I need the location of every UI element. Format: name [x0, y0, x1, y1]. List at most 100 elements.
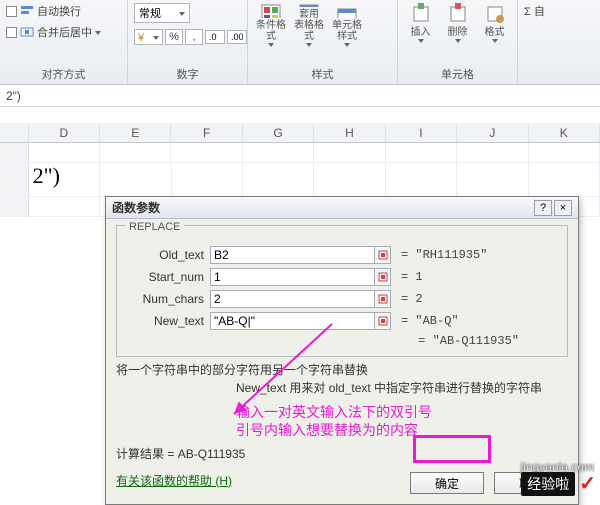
result-value: AB-Q111935 [178, 447, 246, 461]
table-format-label: 套用 表格格式 [292, 9, 326, 42]
param-row-new-text: New_text = "AB-Q" [125, 312, 559, 330]
dialog-title: 函数参数 [112, 199, 532, 216]
cond-format-icon [260, 3, 282, 18]
checkbox-icon [6, 27, 17, 38]
col-header[interactable]: G [243, 123, 314, 142]
function-name: REPLACE [125, 221, 184, 233]
ok-button[interactable]: 确定 [410, 472, 484, 494]
group-title-number: 数字 [134, 64, 241, 82]
formula-text: 2") [6, 89, 21, 103]
num-chars-input[interactable] [210, 290, 375, 308]
param-label: Old_text [125, 248, 210, 262]
cell-style-btn[interactable]: 单元格样式 [330, 3, 364, 47]
comma-btn[interactable]: , [185, 29, 203, 45]
calc-result: 计算结果 = AB-Q111935 [116, 445, 568, 462]
delete-label: 删除 [448, 27, 468, 38]
help-button[interactable]: ? [534, 200, 552, 216]
col-header[interactable]: K [529, 123, 600, 142]
delete-icon [447, 3, 469, 25]
range-picker-button[interactable] [375, 290, 391, 308]
param-label: Num_chars [125, 292, 210, 306]
param-eval: = 2 [391, 292, 423, 306]
col-header[interactable]: H [314, 123, 385, 142]
range-picker-button[interactable] [375, 312, 391, 330]
corner-header[interactable] [0, 123, 29, 142]
insert-icon [410, 3, 432, 25]
col-header[interactable]: F [171, 123, 242, 142]
format-icon [484, 3, 506, 25]
overall-eval: = "AB-Q111935" [125, 334, 559, 348]
merge-label: 合并后居中 [37, 24, 92, 40]
dialog-titlebar[interactable]: 函数参数 ? × [106, 197, 578, 219]
param-row-num-chars: Num_chars = 2 [125, 290, 559, 308]
watermark-brand: 经验啦 [521, 472, 575, 496]
checkbox-icon [6, 6, 17, 17]
old-text-input[interactable] [210, 246, 375, 264]
delete-cell-btn[interactable]: 删除 [441, 3, 474, 47]
insert-cell-btn[interactable]: 插入 [404, 3, 437, 47]
wrap-icon [20, 5, 34, 17]
merge-icon [20, 26, 34, 38]
align-group: 自动换行 合并后居中 对齐方式 [0, 0, 128, 84]
table-format-btn[interactable]: 套用 表格格式 [292, 3, 326, 47]
annotation-line: 输入一对英文输入法下的双引号 [236, 403, 568, 421]
wrap-text-toggle[interactable]: 自动换行 [6, 3, 81, 19]
autosum-btn[interactable]: Σ 自 [524, 3, 562, 19]
format-cell-btn[interactable]: 格式 [478, 3, 511, 47]
new-text-input[interactable] [210, 312, 375, 330]
chevron-down-icon [95, 31, 101, 35]
sigma-label: Σ 自 [524, 3, 545, 19]
table-icon [298, 3, 320, 7]
cond-format-label: 条件格式 [254, 20, 288, 42]
desc-param: New_text 用来对 old_text 中指定字符串进行替换的字符串 [116, 379, 568, 397]
result-label: 计算结果 = [116, 447, 178, 461]
chevron-down-icon [179, 12, 185, 16]
ribbon: 自动换行 合并后居中 对齐方式 常规 ¥ % , .0 .00 [0, 0, 600, 85]
col-header[interactable]: E [100, 123, 171, 142]
conditional-format-btn[interactable]: 条件格式 [254, 3, 288, 47]
cells-group: 插入 删除 格式 单元格 [398, 0, 518, 84]
function-arguments-dialog: 函数参数 ? × REPLACE Old_text = "RH111935" S… [105, 196, 579, 505]
param-eval: = "RH111935" [391, 248, 487, 262]
number-format-value: 常规 [139, 5, 161, 21]
check-icon: ✓ [579, 471, 596, 496]
param-eval: = "AB-Q" [391, 314, 459, 328]
merge-center-toggle[interactable]: 合并后居中 [6, 24, 101, 40]
close-button[interactable]: × [554, 200, 572, 216]
annotation-line: 引号内输入想要替换为的内容 [236, 421, 568, 439]
col-header[interactable]: D [29, 123, 100, 142]
annotation-text: 输入一对英文输入法下的双引号 引号内输入想要替换为的内容 [236, 403, 568, 439]
param-row-start-num: Start_num = 1 [125, 268, 559, 286]
percent-btn[interactable]: % [165, 29, 183, 45]
cell-style-icon [336, 3, 358, 18]
group-title-align: 对齐方式 [6, 64, 121, 82]
group-title-cells: 单元格 [404, 64, 511, 82]
inc-decimal-btn[interactable]: .0 [205, 30, 225, 44]
range-picker-button[interactable] [375, 268, 391, 286]
svg-text:.0: .0 [209, 32, 217, 42]
dec-decimal-btn[interactable]: .00 [227, 30, 247, 44]
active-cell[interactable]: 2") [29, 163, 101, 197]
range-picker-button[interactable] [375, 246, 391, 264]
help-link[interactable]: 有关该函数的帮助 (H) [116, 472, 232, 489]
editing-group: Σ 自 [518, 0, 568, 84]
start-num-input[interactable] [210, 268, 375, 286]
group-title-style: 样式 [254, 64, 391, 82]
number-group: 常规 ¥ % , .0 .00 数字 [128, 0, 248, 84]
svg-text:¥: ¥ [138, 32, 145, 43]
svg-text:.00: .00 [231, 32, 243, 42]
style-group: 条件格式 套用 表格格式 单元格样式 样式 [248, 0, 398, 84]
param-row-old-text: Old_text = "RH111935" [125, 246, 559, 264]
param-label: New_text [125, 314, 210, 328]
currency-btn[interactable]: ¥ [134, 29, 163, 45]
col-header[interactable]: I [386, 123, 457, 142]
formula-bar[interactable]: 2") [0, 85, 600, 107]
cell-style-label: 单元格样式 [330, 20, 364, 42]
param-eval: = 1 [391, 270, 423, 284]
watermark: 经验啦 ✓ [521, 471, 596, 496]
insert-label: 插入 [411, 27, 431, 38]
column-headers: D E F G H I J K [0, 123, 600, 143]
number-format-dropdown[interactable]: 常规 [134, 3, 190, 23]
format-label: 格式 [485, 27, 505, 38]
col-header[interactable]: J [457, 123, 528, 142]
